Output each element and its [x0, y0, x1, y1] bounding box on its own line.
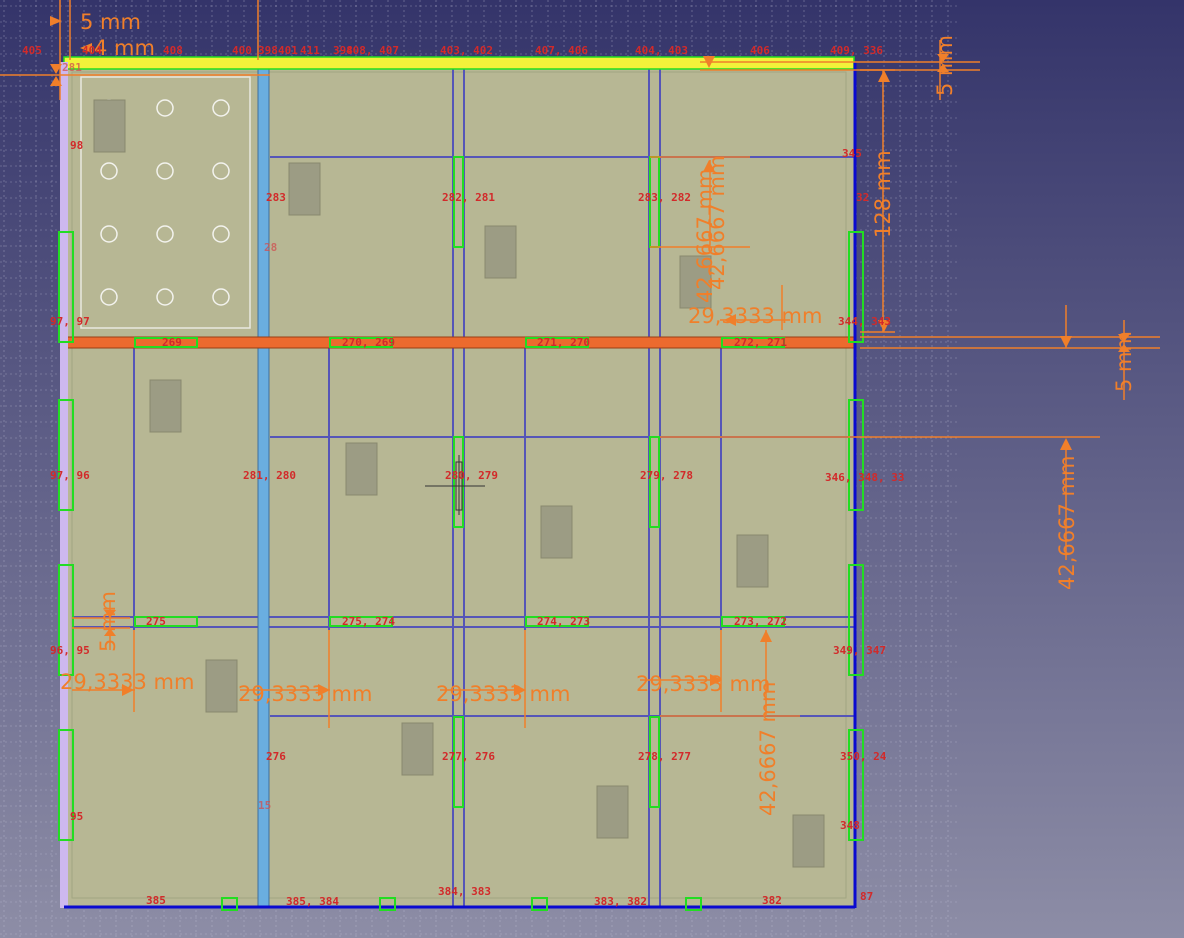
constraint-label[interactable]: 409, 336 — [830, 45, 883, 56]
feature-block — [540, 505, 573, 559]
constraint-label[interactable]: 279, 278 — [640, 470, 693, 481]
constraint-label[interactable]: 283, 282 — [638, 192, 691, 203]
constraint-label[interactable]: 404 — [82, 45, 102, 56]
constraint-label[interactable]: 283 — [266, 192, 286, 203]
constraint-label[interactable]: 382 — [762, 895, 782, 906]
constraint-label[interactable]: 281, 280 — [243, 470, 296, 481]
feature-block — [792, 814, 825, 868]
dim-42mm-bottom[interactable]: 42,6667 mm — [756, 682, 780, 816]
dim-128mm[interactable]: 128 mm — [871, 150, 895, 238]
constraint-label[interactable]: 274, 273 — [537, 616, 590, 627]
constraint-label[interactable]: 95 — [70, 811, 83, 822]
dim-5mm-left[interactable]: 5 mm — [96, 591, 120, 652]
dim-29mm-4[interactable]: 29,3333 mm — [636, 674, 770, 695]
dim-42mm-right[interactable]: 42,6667 mm — [1055, 456, 1079, 590]
constraint-label[interactable]: 344, 343 — [838, 316, 891, 327]
feature-block — [401, 722, 434, 776]
constraint-label[interactable]: 400 — [232, 45, 252, 56]
constraint-label[interactable]: 385 — [146, 895, 166, 906]
dim-29mm-1[interactable]: 29,3333 mm — [60, 672, 194, 693]
sketcher-3d-view[interactable]: 5 mm 4 mm 5 mm 128 mm 42,6667 mm 42,6667… — [0, 0, 1184, 938]
dim-29mm-2[interactable]: 29,3333 mm — [238, 684, 372, 705]
dim-5mm-middle-right[interactable]: 5 mm — [1112, 331, 1136, 392]
constraint-label[interactable]: 270, 269 — [342, 337, 395, 348]
constraint-label[interactable]: 269 — [162, 337, 182, 348]
constraint-label[interactable]: 407, 406 — [535, 45, 588, 56]
feature-block — [596, 785, 629, 839]
constraint-label[interactable]: 97, 97 — [50, 316, 90, 327]
feature-block — [205, 659, 238, 713]
constraint-label[interactable]: 349, 347 — [833, 645, 886, 656]
feature-block — [736, 534, 769, 588]
constraint-label[interactable]: 87 — [860, 891, 873, 902]
constraint-label[interactable]: 98 — [70, 140, 83, 151]
constraint-label[interactable]: 346, 348, 33 — [825, 472, 904, 483]
constraint-label[interactable]: 277, 276 — [442, 751, 495, 762]
constraint-label[interactable]: 406 — [750, 45, 770, 56]
constraint-label[interactable]: 32 — [856, 192, 869, 203]
feature-block — [345, 442, 378, 496]
constraint-label[interactable]: 271, 270 — [537, 337, 590, 348]
constraint-label[interactable]: 403, 402 — [440, 45, 493, 56]
sketch-canvas[interactable] — [0, 0, 1184, 938]
feature-block — [149, 379, 182, 433]
vertical-rail[interactable] — [257, 57, 270, 909]
constraint-label-faint: 281 — [62, 61, 82, 74]
constraint-label[interactable]: 273, 272 — [734, 616, 787, 627]
constraint-label[interactable]: 275 — [146, 616, 166, 627]
top-yellow-bar[interactable] — [63, 56, 855, 70]
dim-42mm-b[interactable]: 42,6667 mm — [705, 156, 729, 290]
feature-block — [93, 99, 126, 153]
constraint-label[interactable]: 97, 96 — [50, 470, 90, 481]
dim-29mm-upper[interactable]: 29,3333 mm — [688, 306, 822, 327]
constraint-label[interactable]: 401 — [278, 45, 298, 56]
constraint-label[interactable]: 282, 281 — [442, 192, 495, 203]
constraint-label[interactable]: 408 — [163, 45, 183, 56]
constraint-label[interactable]: 411 — [300, 45, 320, 56]
constraint-label-faint: 28 — [264, 241, 278, 254]
dim-4mm-top[interactable]: 4 mm — [94, 38, 155, 59]
constraint-label[interactable]: 96, 95 — [50, 645, 90, 656]
constraint-label[interactable]: 275, 274 — [342, 616, 395, 627]
constraint-label[interactable]: 383, 382 — [594, 896, 647, 907]
constraint-label[interactable]: 405 — [22, 45, 42, 56]
constraint-label[interactable]: 278, 277 — [638, 751, 691, 762]
constraint-label[interactable]: 404, 403 — [635, 45, 688, 56]
constraint-label[interactable]: 384, 383 — [438, 886, 491, 897]
constraint-label-faint: 15 — [258, 799, 272, 812]
constraint-label[interactable]: 345 — [842, 148, 862, 159]
constraint-label[interactable]: 348 — [840, 820, 860, 831]
feature-block — [484, 225, 517, 279]
constraint-label[interactable]: 350, 24 — [840, 751, 886, 762]
constraint-label[interactable]: 408, 407 — [346, 45, 399, 56]
dim-29mm-3[interactable]: 29,3333 mm — [436, 684, 570, 705]
constraint-label[interactable]: 280, 279 — [445, 470, 498, 481]
constraint-label[interactable]: 272, 271 — [734, 337, 787, 348]
feature-block — [288, 162, 321, 216]
dim-5mm-top-right[interactable]: 5 mm — [933, 35, 957, 96]
constraint-label[interactable]: 398 — [258, 45, 278, 56]
constraint-label[interactable]: 385, 384 — [286, 896, 339, 907]
constraint-label[interactable]: 276 — [266, 751, 286, 762]
dim-5mm-top[interactable]: 5 mm — [80, 12, 141, 33]
